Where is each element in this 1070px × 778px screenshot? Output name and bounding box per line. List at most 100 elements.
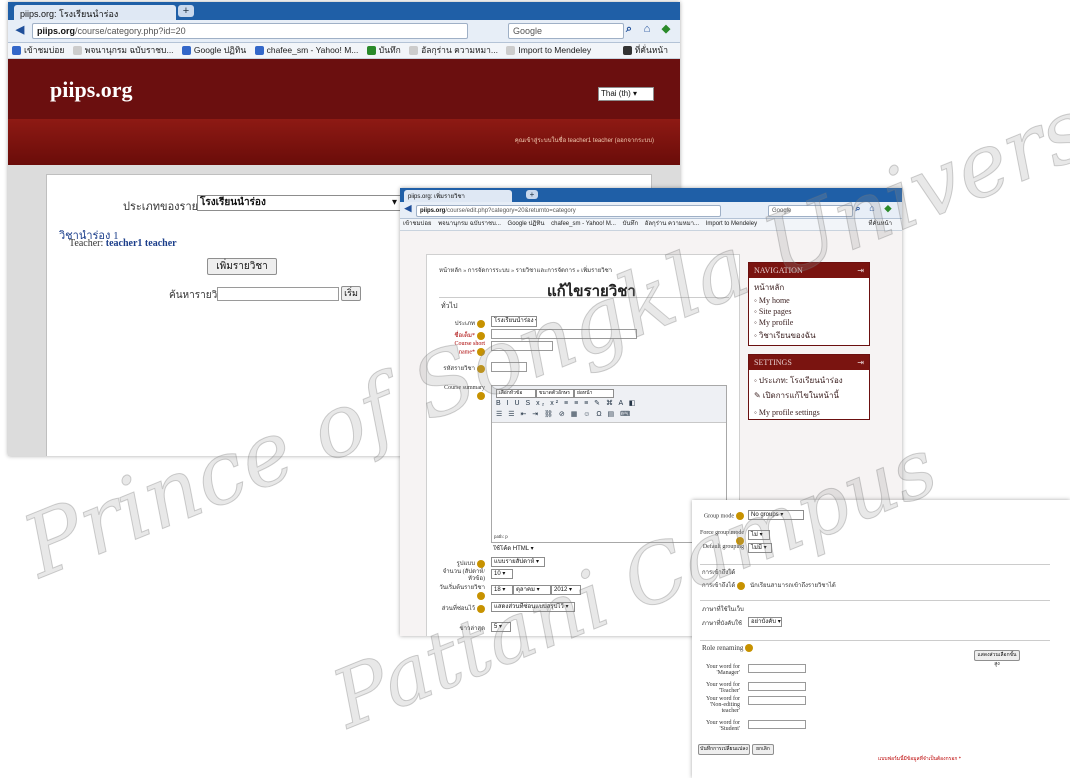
fullname-input[interactable] <box>491 329 637 339</box>
browser-tab[interactable]: piips.org: เพิ่มรายวิชา <box>404 190 512 202</box>
force-group-mode-select[interactable]: ไม่ ▾ <box>748 530 770 540</box>
bookmark-item[interactable]: เข้าชมบ่อย <box>403 219 431 230</box>
mail-icon <box>254 46 264 56</box>
settings-item-edit-mode[interactable]: ✎ เปิดการแก้ไขในหน้านี้ <box>749 388 869 403</box>
back-arrow-icon[interactable]: ◀ <box>402 203 414 214</box>
availability-section[interactable]: การเข้าถึงได้ <box>702 567 735 577</box>
breadcrumb[interactable]: หน้าหลัก » การจัดการระบบ » รายวิชาและการ… <box>439 265 612 275</box>
editor-buttons-row2[interactable]: ☰ ☰ ⇤ ⇥ ⛓ ⊘ ▦ ☺ Ω ▤ ⌨ <box>496 410 632 418</box>
bookmark-item[interactable]: เข้าชมบ่อย <box>12 43 64 58</box>
section-divider <box>439 297 729 298</box>
url-bar[interactable]: piips.org/course/category.php?id=20 <box>32 23 468 39</box>
role-input-non-editing-teacher[interactable] <box>748 696 806 705</box>
bookmark-item[interactable]: พจนานุกรม ฉบับราชบ... <box>72 43 174 58</box>
settings-block-title[interactable]: SETTINGS ⇥ <box>749 355 869 370</box>
bookmark-item[interactable]: อัลกุร่าน ความหมา... <box>409 43 498 58</box>
search-courses-input[interactable] <box>217 287 339 301</box>
url-bar[interactable]: piips.org/course/edit.php?category=20&re… <box>416 205 721 217</box>
news-items-select[interactable]: 5 ▾ <box>491 622 511 632</box>
availability-value[interactable]: นักเรียนสามารถเข้าถึงรายวิชาได้ <box>750 580 836 590</box>
home-icon[interactable]: ⌂ <box>866 203 878 213</box>
group-mode-select[interactable]: No groups ▾ <box>748 510 804 520</box>
browser-tab-bar: piips.org: โรงเรียนนำร่อง + <box>8 2 680 23</box>
teacher-link[interactable]: teacher1 teacher <box>106 238 177 249</box>
editor-buttons-row1[interactable]: B I U S x₂ x² ≡ ≡ ≡ ✎ ⌘ A ◧ <box>496 399 637 407</box>
bookmark-item[interactable]: Google ปฏิทิน <box>181 43 246 58</box>
availability-label: การเข้าถึงได้ <box>702 580 746 590</box>
bookmark-item[interactable]: พจนานุกรม ฉบับราชบ... <box>438 219 501 230</box>
role-renaming-section[interactable]: Role renaming <box>702 644 754 653</box>
bookmark-item[interactable]: บันทึก <box>366 43 401 58</box>
bookmarks-bar: เข้าชมบ่อย พจนานุกรม ฉบับราชบ... Google … <box>400 219 902 231</box>
add-course-button[interactable]: เพิ่มรายวิชา <box>207 258 277 275</box>
home-icon[interactable]: ⌂ <box>640 23 654 35</box>
category-select[interactable]: โรงเรียนนำร่อง ▾ <box>197 195 401 211</box>
section-general[interactable]: ทั่วไป <box>441 301 458 312</box>
bookmark-item[interactable]: Import to Mendeley <box>706 219 757 230</box>
sections-select[interactable]: 10 ▾ <box>491 569 513 579</box>
bookmark-item[interactable]: Import to Mendeley <box>506 43 591 58</box>
help-icon[interactable] <box>737 581 746 590</box>
back-arrow-icon[interactable]: ◀ <box>12 23 28 36</box>
search-box[interactable]: Google <box>508 23 624 39</box>
teacher-row: Teacher: teacher1 teacher <box>69 238 177 249</box>
help-icon[interactable] <box>477 592 485 600</box>
nav-item-my-courses[interactable]: ◦ วิชาเรียนของฉัน <box>749 328 869 343</box>
show-advanced-button[interactable]: แสดงส่วนเลือกขั้นสูง <box>974 650 1020 667</box>
bookmark-item[interactable]: chafee_sm - Yahoo! M... <box>254 43 358 58</box>
new-tab-button[interactable]: + <box>526 190 538 199</box>
help-icon[interactable] <box>477 559 485 568</box>
role-label-manager: Your word for 'Manager' <box>705 664 740 676</box>
bookmark-item[interactable]: ที่คั่นหน้า <box>622 43 668 58</box>
extension-icon[interactable]: ◆ <box>658 22 674 35</box>
language-section[interactable]: ภาษาที่ใช้ในเว็บ <box>702 604 744 614</box>
hidden-sections-select[interactable]: แสดงส่วนที่ซ่อนแบบสรุปไว้ ▾ <box>491 602 575 612</box>
site-logo[interactable]: piips.org <box>50 77 133 103</box>
bookmark-item[interactable]: Google ปฏิทิน <box>508 219 545 230</box>
bookmark-item[interactable]: chafee_sm - Yahoo! M... <box>551 219 616 230</box>
navigation-block-title[interactable]: NAVIGATION ⇥ <box>749 263 869 278</box>
help-icon[interactable] <box>477 364 485 373</box>
extension-icon[interactable]: ◆ <box>882 203 894 214</box>
go-button[interactable]: เริ่ม <box>341 286 361 301</box>
start-day-select[interactable]: 18 ▾ <box>491 585 513 595</box>
start-year-select[interactable]: 2012 ▾ <box>551 585 581 595</box>
save-changes-button[interactable]: บันทึกการเปลี่ยนแปลง <box>698 744 750 755</box>
help-icon[interactable] <box>477 348 485 356</box>
start-month-select[interactable]: ตุลาคม ▾ <box>513 585 551 595</box>
search-box[interactable]: Google <box>768 205 853 217</box>
bookmark-item[interactable]: บันทึก <box>623 219 639 230</box>
new-tab-button[interactable]: + <box>178 5 194 17</box>
text-format-select[interactable]: ใช้โค้ด HTML ▾ <box>491 545 537 553</box>
cancel-button[interactable]: ยกเลิก <box>752 744 774 755</box>
shortname-input[interactable] <box>491 341 553 351</box>
editor-format-select[interactable]: ย่อหน้า <box>574 389 614 398</box>
format-select[interactable]: แบบรายสัปดาห์ ▾ <box>491 557 545 567</box>
help-icon[interactable] <box>477 319 485 328</box>
help-icon[interactable] <box>736 512 744 520</box>
settings-item-category[interactable]: ◦ ประเภท: โรงเรียนนำร่อง <box>749 370 869 388</box>
category-select[interactable]: โรงเรียนนำร่อง ▾ <box>491 316 537 327</box>
force-language-select[interactable]: อย่าบังคับ ▾ <box>748 617 782 627</box>
bookmark-item[interactable]: ที่คั่นหน้า <box>869 219 893 230</box>
nav-item-home[interactable]: หน้าหลัก <box>749 278 869 295</box>
tab-title: piips.org: โรงเรียนนำร่อง <box>20 9 119 19</box>
role-input-student[interactable] <box>748 720 806 729</box>
editor-size-select[interactable]: ขนาดตัวอักษร <box>536 389 574 398</box>
search-icon[interactable]: ⌕ <box>622 23 636 36</box>
idnumber-input[interactable] <box>491 362 527 372</box>
nav-item-my-home[interactable]: ◦ My home <box>749 295 869 306</box>
settings-item-profile[interactable]: ◦ My profile settings <box>749 403 869 418</box>
role-input-teacher[interactable] <box>748 682 806 691</box>
help-icon[interactable] <box>477 331 485 340</box>
default-grouping-select[interactable]: ไม่มี ▾ <box>748 543 772 553</box>
nav-item-site-pages[interactable]: ◦ Site pages <box>749 306 869 317</box>
role-input-manager[interactable] <box>748 664 806 673</box>
search-icon[interactable]: ⌕ <box>852 203 864 214</box>
help-icon[interactable] <box>477 392 485 400</box>
bookmark-item[interactable]: อัลกุร่าน ความหมา... <box>645 219 699 230</box>
nav-item-my-profile[interactable]: ◦ My profile <box>749 317 869 328</box>
editor-font-select[interactable]: เลือกหัวข้อ <box>496 389 536 398</box>
language-select[interactable]: Thai (th) ▾ <box>598 87 654 101</box>
help-icon[interactable] <box>477 604 485 613</box>
